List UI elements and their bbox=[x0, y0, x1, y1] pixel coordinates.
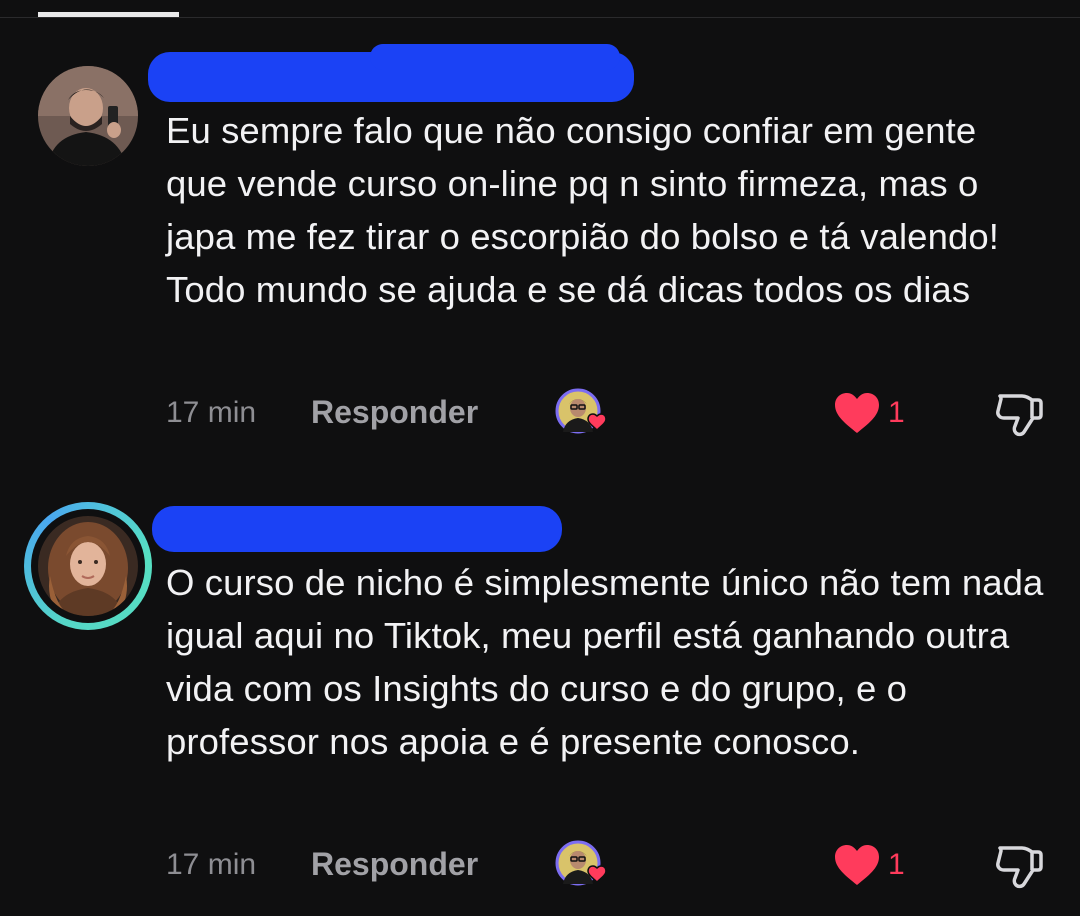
heart-icon[interactable] bbox=[832, 390, 882, 436]
username-redaction bbox=[152, 506, 562, 552]
thumbs-down-icon[interactable] bbox=[992, 840, 1046, 890]
comment-text: O curso de nicho é simplesmente único nã… bbox=[166, 562, 1044, 762]
comment-actions: 17 min Responder 1 bbox=[0, 388, 1080, 438]
active-tab-indicator bbox=[38, 12, 179, 17]
comment-text: Eu sempre falo que não consigo confiar e… bbox=[166, 110, 1000, 310]
like-count: 1 bbox=[888, 396, 905, 429]
comment-timestamp: 17 min bbox=[166, 848, 257, 881]
creator-liked-avatar-icon bbox=[555, 388, 615, 438]
username-redaction bbox=[370, 44, 620, 70]
reply-button[interactable]: Responder bbox=[311, 394, 478, 431]
reply-button[interactable]: Responder bbox=[311, 846, 478, 883]
avatar[interactable] bbox=[38, 516, 138, 616]
creator-liked-avatar-icon bbox=[555, 840, 615, 890]
comment-actions: 17 min Responder 1 bbox=[0, 840, 1080, 890]
heart-icon[interactable] bbox=[832, 842, 882, 888]
comment-timestamp: 17 min bbox=[166, 396, 257, 429]
like-count: 1 bbox=[888, 848, 905, 881]
thumbs-down-icon[interactable] bbox=[992, 388, 1046, 438]
avatar[interactable] bbox=[38, 66, 138, 166]
tab-divider bbox=[0, 17, 1080, 18]
